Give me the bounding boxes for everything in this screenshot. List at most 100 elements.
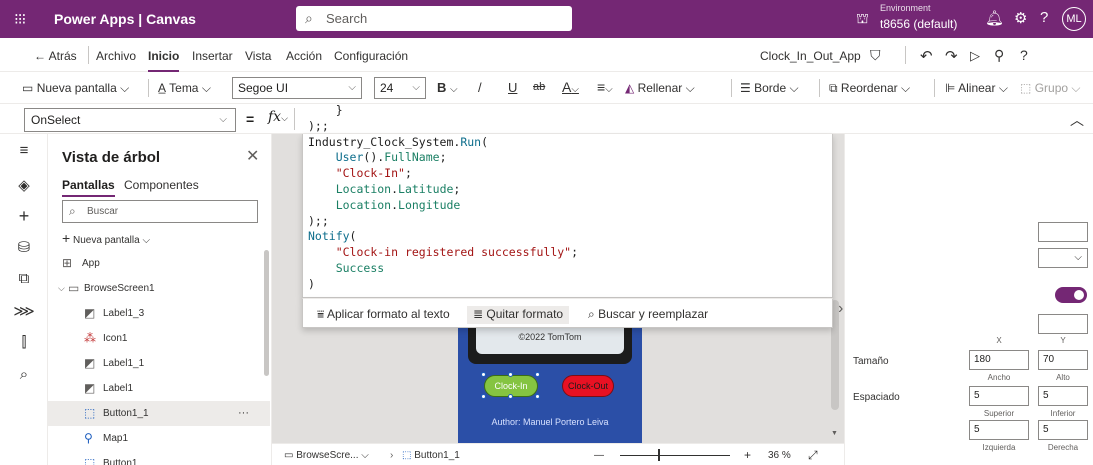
- app-checker-icon[interactable]: ⛉: [870, 47, 881, 64]
- app-screen-preview[interactable]: ©2022 TomTom Clock-In Clock-Out Author: …: [458, 324, 642, 443]
- strikethrough-button[interactable]: ab: [533, 81, 545, 93]
- height-input[interactable]: 70: [1038, 350, 1088, 370]
- close-icon[interactable]: ✕: [246, 146, 259, 166]
- menu-settings[interactable]: Configuración: [334, 49, 408, 63]
- code-line[interactable]: "Clock-In";: [308, 166, 578, 182]
- tree-item-screen[interactable]: ⌵ ▭ BrowseScreen1: [48, 276, 270, 301]
- code-line[interactable]: User().FullName;: [308, 150, 578, 166]
- font-size-select[interactable]: 24 ⌵: [374, 77, 426, 99]
- media-icon[interactable]: ⧉: [0, 270, 48, 287]
- code-line[interactable]: Notify(: [308, 229, 578, 245]
- property-toggle[interactable]: [1055, 287, 1087, 303]
- code-line[interactable]: Success: [308, 261, 578, 277]
- more-options-icon[interactable]: ···: [238, 401, 249, 426]
- resize-handle[interactable]: [508, 372, 513, 377]
- property-select[interactable]: OnSelect ⌵: [24, 108, 236, 132]
- clock-out-button[interactable]: Clock-Out: [562, 375, 614, 397]
- gear-icon[interactable]: ⚙: [1014, 9, 1027, 27]
- code-line[interactable]: Location.Latitude;: [308, 182, 578, 198]
- font-family-select[interactable]: Segoe UI ⌵: [232, 77, 362, 99]
- align-button[interactable]: ⊫ Alinear ⌵: [945, 81, 1008, 96]
- formula-code[interactable]: });; Industry_Clock_System.Run( User().Fu…: [308, 103, 578, 293]
- scroll-down-icon[interactable]: ▼: [831, 430, 838, 437]
- tree-item-app[interactable]: ⊞ App: [48, 251, 270, 276]
- menu-file[interactable]: Archivo: [96, 49, 136, 63]
- code-line[interactable]: );;: [308, 119, 578, 135]
- play-icon[interactable]: ▷: [970, 48, 980, 64]
- formula-editor[interactable]: });; Industry_Clock_System.Run( User().Fu…: [302, 103, 833, 298]
- environment-icon[interactable]: ⛫: [856, 10, 869, 29]
- tree-search-input[interactable]: ⌕ Buscar: [62, 200, 258, 223]
- property-input[interactable]: [1038, 222, 1088, 242]
- redo-icon[interactable]: ↷: [945, 47, 958, 65]
- menu-view[interactable]: Vista: [245, 49, 271, 63]
- reorder-button[interactable]: ⧉ Reordenar ⌵: [829, 81, 910, 96]
- tree-view-icon[interactable]: ◈: [0, 176, 48, 194]
- theme-button[interactable]: A̲ Tema ⌵: [158, 81, 211, 96]
- help-icon[interactable]: ?: [1040, 9, 1048, 26]
- text-align-button[interactable]: ≡⌵: [597, 79, 613, 95]
- padding-left-input[interactable]: 5: [969, 420, 1029, 440]
- fill-button[interactable]: ◭ Rellenar ⌵: [625, 81, 695, 96]
- breadcrumb-control[interactable]: ⬚ Button1_1: [402, 448, 460, 463]
- undo-icon[interactable]: ↶: [920, 47, 933, 65]
- tree-item[interactable]: ⁂ Icon1: [48, 326, 270, 351]
- plus-icon[interactable]: +: [0, 206, 48, 227]
- tree-item[interactable]: ⬚ Button1: [48, 451, 270, 465]
- menu-home[interactable]: Inicio: [148, 49, 180, 72]
- new-screen-tree-button[interactable]: + Nueva pantalla ⌵: [62, 230, 150, 246]
- font-color-button[interactable]: A⌵: [562, 79, 579, 95]
- bold-button[interactable]: B ⌵: [437, 80, 458, 95]
- code-line[interactable]: );;: [308, 214, 578, 230]
- search-icon[interactable]: ⌕: [0, 366, 48, 383]
- waffle-icon[interactable]: ⁝⁝⁝: [14, 10, 26, 28]
- padding-bottom-input[interactable]: 5: [1038, 386, 1088, 406]
- code-line[interactable]: ): [308, 277, 578, 293]
- format-text-button[interactable]: ⩸ Aplicar formato al texto: [317, 306, 450, 324]
- resize-handle[interactable]: [535, 394, 540, 399]
- zoom-in-button[interactable]: +: [744, 448, 751, 463]
- border-button[interactable]: ☰ Borde ⌵: [740, 81, 799, 96]
- new-screen-button[interactable]: ▭ Nueva pantalla ⌵: [22, 81, 129, 96]
- code-line[interactable]: "Clock-in registered successfully";: [308, 245, 578, 261]
- app-name[interactable]: Clock_In_Out_App: [760, 49, 861, 63]
- italic-button[interactable]: /: [478, 80, 482, 95]
- variables-icon[interactable]: ⫿: [0, 334, 48, 351]
- breadcrumb-screen[interactable]: ▭ BrowseScre... ⌵: [284, 448, 369, 463]
- padding-right-input[interactable]: 5: [1038, 420, 1088, 440]
- padding-top-input[interactable]: 5: [969, 386, 1029, 406]
- resize-handle[interactable]: [481, 372, 486, 377]
- tree-item-selected[interactable]: ⬚ Button1_1 ···: [48, 401, 270, 426]
- underline-button[interactable]: U: [508, 80, 517, 95]
- zoom-slider-track[interactable]: [620, 455, 730, 456]
- zoom-slider-thumb[interactable]: [658, 449, 660, 461]
- back-button[interactable]: ← Atrás: [34, 49, 77, 63]
- y-input[interactable]: [1038, 314, 1088, 334]
- environment-name[interactable]: t8656 (default): [880, 17, 957, 31]
- tree-scrollbar[interactable]: [264, 250, 269, 376]
- code-line[interactable]: Location.Longitude: [308, 198, 578, 214]
- tree-item[interactable]: ◩ Label1: [48, 376, 270, 401]
- avatar[interactable]: ML: [1062, 7, 1086, 31]
- notification-bell-icon[interactable]: 🔔︎: [985, 9, 1004, 27]
- code-line[interactable]: Industry_Clock_System.Run(: [308, 135, 578, 151]
- data-icon[interactable]: ⛁: [0, 238, 48, 256]
- help-icon[interactable]: ?: [1020, 47, 1028, 63]
- resize-handle[interactable]: [535, 372, 540, 377]
- fx-button[interactable]: fx⌵: [268, 109, 288, 125]
- power-automate-icon[interactable]: ⋙: [0, 302, 48, 320]
- tree-item[interactable]: ◩ Label1_1: [48, 351, 270, 376]
- menu-action[interactable]: Acción: [286, 49, 322, 63]
- tree-item[interactable]: ◩ Label1_3: [48, 301, 270, 326]
- resize-handle[interactable]: [481, 394, 486, 399]
- search-input[interactable]: ⌕ Search: [296, 6, 572, 31]
- resize-handle[interactable]: [508, 394, 513, 399]
- collapse-formula-icon[interactable]: ︿: [1070, 110, 1084, 130]
- zoom-out-button[interactable]: —: [594, 448, 604, 463]
- tab-components[interactable]: Componentes: [124, 178, 199, 192]
- hamburger-icon[interactable]: ≡: [0, 142, 48, 159]
- find-replace-button[interactable]: ⌕ Buscar y reemplazar: [588, 306, 708, 324]
- width-input[interactable]: 180: [969, 350, 1029, 370]
- code-line[interactable]: }: [308, 103, 578, 119]
- tree-item[interactable]: ⚲ Map1: [48, 426, 270, 451]
